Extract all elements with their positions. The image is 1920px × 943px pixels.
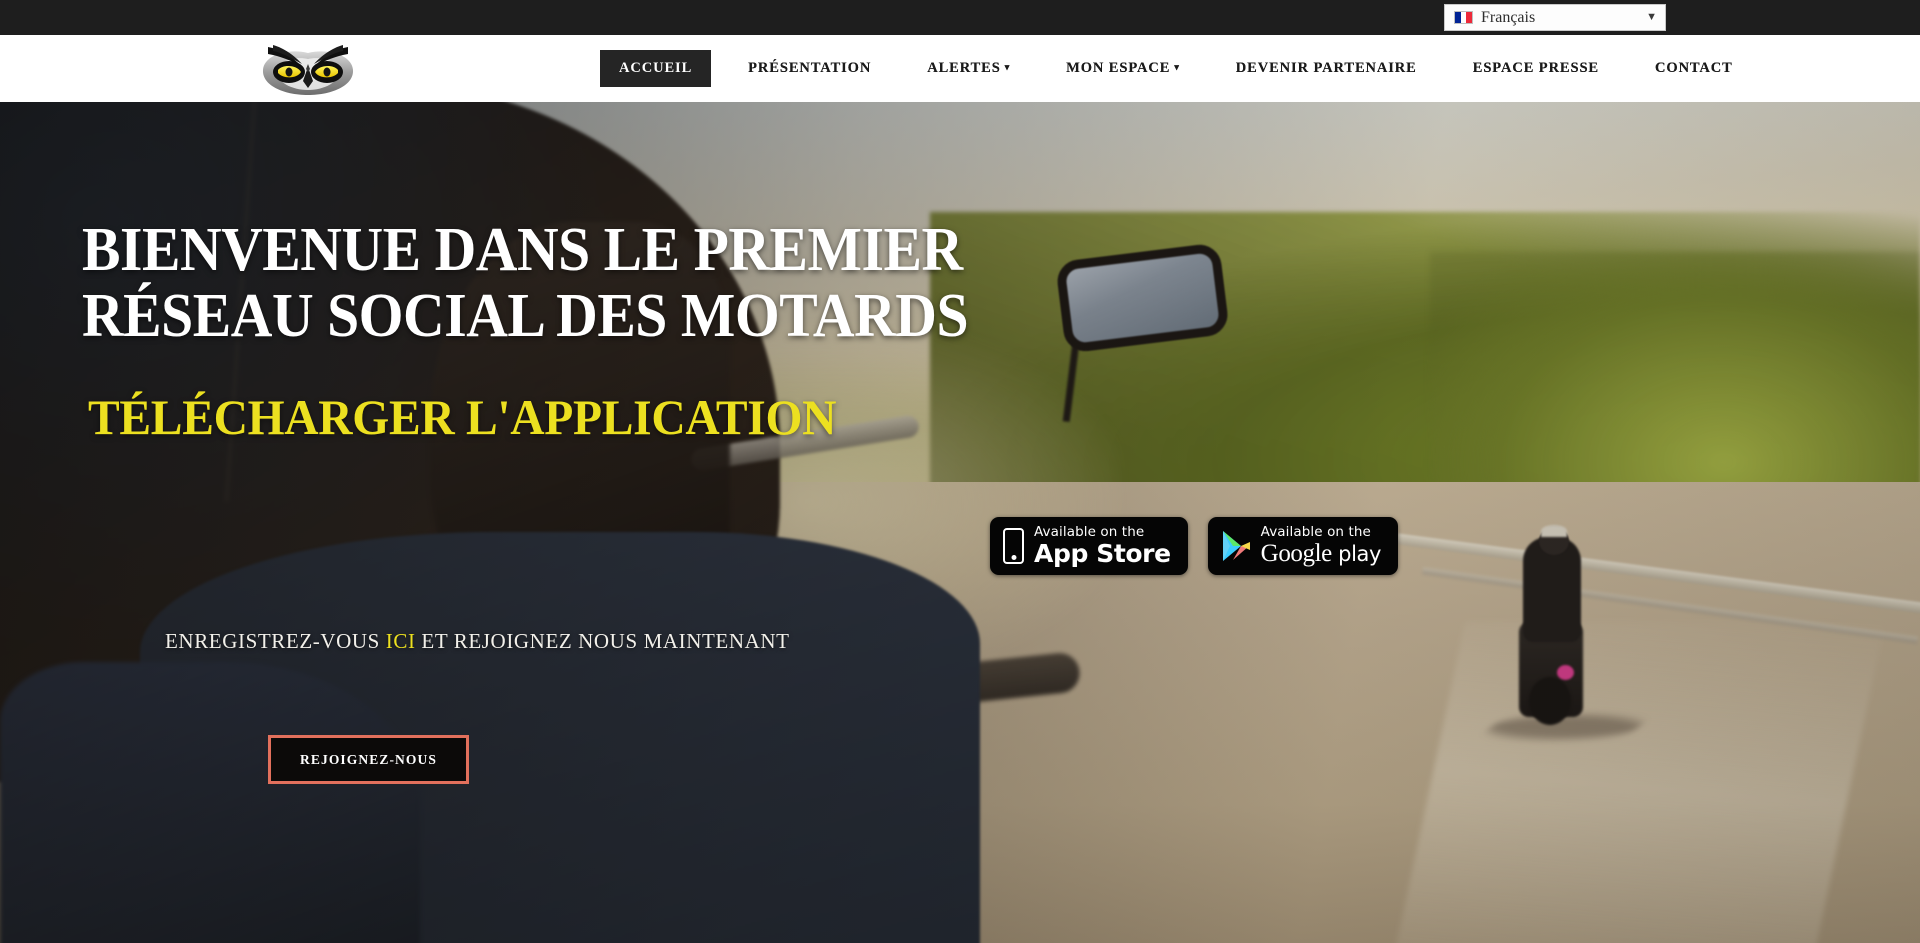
owl-logo[interactable] (258, 44, 358, 96)
nav-label: ESPACE PRESSE (1472, 60, 1600, 77)
app-store-badges: Available on the App Store Available on … (990, 517, 1399, 575)
register-prompt: ENREGISTREZ-VOUS ICI ET REJOIGNEZ NOUS M… (165, 629, 790, 654)
nav-label: ALERTES (927, 60, 1001, 77)
nav-item-accueil[interactable]: ACCUEIL (600, 50, 712, 87)
site-header: ACCUEIL PRÉSENTATION ALERTES ▾ MON ESPACE… (0, 35, 1920, 102)
french-flag-icon (1454, 11, 1473, 24)
headline-line-1: BIENVENUE DANS LE PREMIER (82, 216, 963, 284)
badge-small-text: Available on the (1260, 523, 1371, 540)
google-play-icon (1221, 529, 1251, 563)
hero-section: BIENVENUE DANS LE PREMIER RÉSEAU SOCIAL … (0, 102, 1920, 943)
nav-item-presentation[interactable]: PRÉSENTATION (729, 50, 890, 87)
badge-small-text: Available on the (1034, 523, 1145, 540)
badge-big-text: App Store (1034, 539, 1171, 569)
register-prefix: ENREGISTREZ-VOUS (165, 629, 386, 653)
hero-content: BIENVENUE DANS LE PREMIER RÉSEAU SOCIAL … (0, 102, 1920, 943)
nav-label: ACCUEIL (619, 60, 693, 77)
badge-google-word: Google (1260, 540, 1333, 568)
chevron-down-icon: ▼ (1646, 11, 1657, 23)
hero-subheadline: TÉLÉCHARGER L'APPLICATION (88, 389, 837, 445)
page-root: Français ▼ ACCUEIL PRÉSENTATION ALERTES … (0, 0, 1920, 943)
register-here-link[interactable]: ICI (386, 629, 416, 653)
app-store-badge[interactable]: Available on the App Store (990, 517, 1188, 575)
nav-label: DEVENIR PARTENAIRE (1235, 60, 1417, 77)
nav-item-devenir-partenaire[interactable]: DEVENIR PARTENAIRE (1217, 50, 1436, 87)
nav-label: PRÉSENTATION (748, 60, 872, 77)
headline-line-2: RÉSEAU SOCIAL DES MOTARDS (82, 282, 969, 351)
google-play-badge[interactable]: Available on the Google play (1207, 517, 1399, 575)
language-selector[interactable]: Français ▼ (1444, 4, 1666, 31)
chevron-down-icon: ▾ (1004, 62, 1011, 73)
badge-play-word: play (1331, 542, 1382, 567)
nav-label: MON ESPACE (1066, 60, 1171, 77)
nav-item-mon-espace[interactable]: MON ESPACE ▾ (1047, 50, 1199, 87)
top-bar: Français ▼ (0, 0, 1920, 35)
nav-item-alertes[interactable]: ALERTES ▾ (908, 50, 1029, 87)
hero-headline: BIENVENUE DANS LE PREMIER RÉSEAU SOCIAL … (82, 217, 1105, 350)
nav-label: CONTACT (1655, 60, 1733, 77)
language-label: Français (1481, 8, 1536, 26)
nav-item-espace-presse[interactable]: ESPACE PRESSE (1454, 50, 1618, 87)
nav-item-contact[interactable]: CONTACT (1636, 50, 1752, 87)
join-us-button[interactable]: REJOIGNEZ-NOUS (268, 735, 469, 784)
chevron-down-icon: ▾ (1174, 62, 1180, 73)
join-us-label: REJOIGNEZ-NOUS (300, 751, 437, 767)
main-navigation: ACCUEIL PRÉSENTATION ALERTES ▾ MON ESPACE… (600, 35, 1770, 102)
register-suffix: ET REJOIGNEZ NOUS MAINTENANT (415, 629, 790, 653)
badge-big-text: Google play (1260, 540, 1382, 568)
iphone-icon (1003, 528, 1024, 564)
